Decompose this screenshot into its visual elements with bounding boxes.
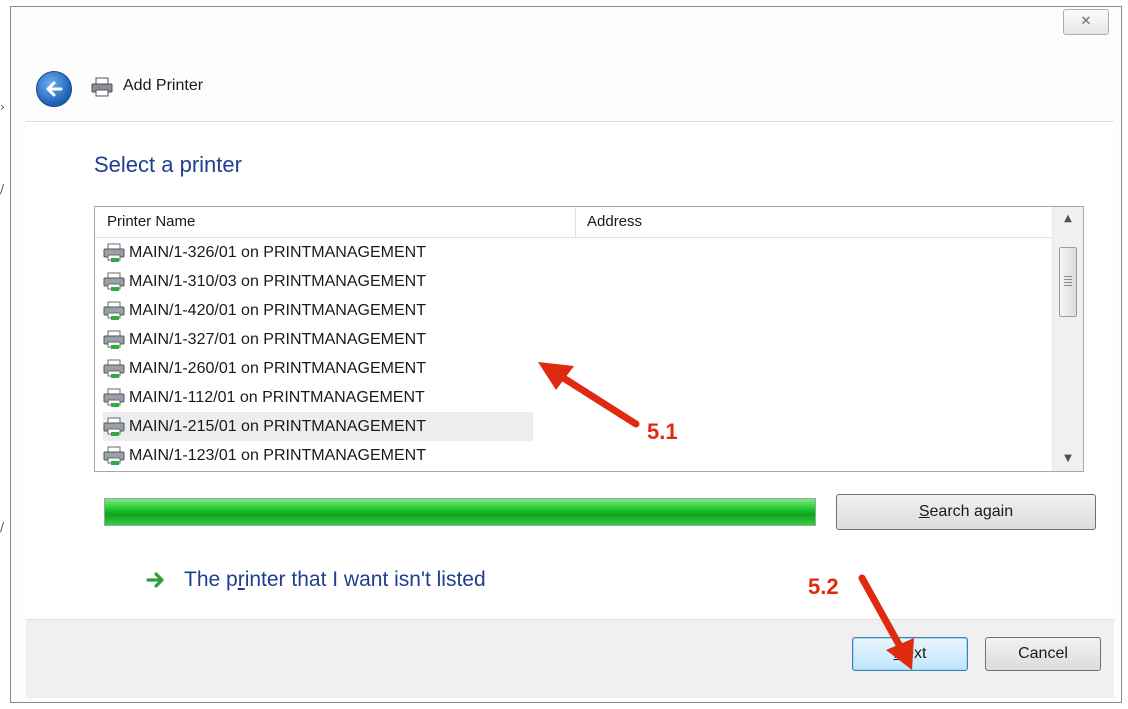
grip-icon	[1064, 276, 1072, 286]
printer-icon	[91, 77, 113, 97]
search-again-label-post: earch again	[929, 503, 1014, 520]
page-heading: Select a printer	[94, 152, 242, 177]
printer-row-label: MAIN/1-112/01 on PRINTMANAGEMENT	[129, 388, 425, 406]
printer-row-label: MAIN/1-420/01 on PRINTMANAGEMENT	[129, 301, 426, 319]
printer-row[interactable]: MAIN/1-112/01 on PRINTMANAGEMENT	[103, 383, 533, 412]
annotation-step-5-1: 5.1	[647, 419, 678, 444]
printer-icon	[103, 272, 125, 291]
back-arrow-icon	[46, 81, 63, 97]
printer-icon	[103, 359, 125, 378]
printer-row-label: MAIN/1-215/01 on PRINTMANAGEMENT	[129, 417, 426, 435]
printer-row[interactable]: MAIN/1-215/01 on PRINTMANAGEMENT	[103, 412, 533, 441]
printer-row[interactable]: MAIN/1-326/01 on PRINTMANAGEMENT	[103, 238, 533, 267]
link-label-post: inter that I want isn't listed	[244, 568, 486, 591]
search-progress-bar	[104, 498, 816, 526]
printer-icon	[103, 417, 125, 436]
printer-icon	[103, 446, 125, 465]
add-printer-dialog: ✕ Add Printer Select a printer Printer N…	[10, 6, 1122, 703]
window-title: Add Printer	[123, 77, 204, 94]
annotation-arrow-5-2	[858, 574, 914, 670]
link-accesskey: r	[237, 568, 245, 591]
edge-mark: /	[0, 182, 5, 196]
link-label-pre: The p	[184, 568, 238, 591]
scroll-down-icon[interactable]: ▼	[1053, 447, 1083, 471]
printer-not-listed-link[interactable]: The printer that I want isn't listed	[146, 568, 486, 592]
printer-row-label: MAIN/1-260/01 on PRINTMANAGEMENT	[129, 359, 426, 377]
printer-row[interactable]: MAIN/1-123/01 on PRINTMANAGEMENT	[103, 441, 533, 470]
close-icon: ✕	[1080, 14, 1092, 29]
vertical-scrollbar[interactable]: ▲ ▼	[1052, 207, 1083, 471]
printer-row[interactable]: MAIN/1-327/01 on PRINTMANAGEMENT	[103, 325, 533, 354]
annotation-step-5-2: 5.2	[808, 574, 839, 599]
printer-icon	[103, 243, 125, 262]
printer-icon	[103, 330, 125, 349]
printer-icon	[103, 388, 125, 407]
column-header-printer-name[interactable]: Printer Name	[95, 207, 576, 237]
progress-fill	[105, 499, 815, 525]
green-arrow-icon	[146, 572, 164, 588]
printer-row[interactable]: MAIN/1-260/01 on PRINTMANAGEMENT	[103, 354, 533, 383]
search-again-accesskey: S	[918, 503, 930, 520]
scrollbar-thumb[interactable]	[1059, 247, 1077, 317]
printer-not-listed-label: The printer that I want isn't listed	[184, 568, 486, 592]
printer-row[interactable]: MAIN/1-420/01 on PRINTMANAGEMENT	[103, 296, 533, 325]
annotation-arrow-5-1	[538, 362, 640, 428]
printer-row-label: MAIN/1-327/01 on PRINTMANAGEMENT	[129, 330, 426, 348]
edge-mark: /	[0, 520, 5, 534]
printer-row[interactable]: MAIN/1-310/03 on PRINTMANAGEMENT	[103, 267, 533, 296]
printer-row-label: MAIN/1-310/03 on PRINTMANAGEMENT	[129, 272, 426, 290]
printer-row-label: MAIN/1-123/01 on PRINTMANAGEMENT	[129, 446, 426, 464]
dialog-footer: Next Cancel	[26, 619, 1114, 698]
list-header: Printer Name Address	[95, 207, 1055, 238]
printer-rows: MAIN/1-326/01 on PRINTMANAGEMENT MAIN/1-3…	[103, 238, 1053, 470]
printer-row-label: MAIN/1-326/01 on PRINTMANAGEMENT	[129, 243, 426, 261]
printer-list[interactable]: Printer Name Address MAIN/1-326/01 on PR…	[94, 206, 1084, 472]
close-button[interactable]: ✕	[1063, 9, 1109, 35]
column-header-address[interactable]: Address	[577, 207, 642, 237]
printer-icon	[103, 301, 125, 320]
back-button[interactable]	[36, 71, 72, 107]
search-again-button[interactable]: Search again	[836, 494, 1096, 530]
scroll-up-icon[interactable]: ▲	[1053, 207, 1083, 231]
cancel-button[interactable]: Cancel	[985, 637, 1101, 671]
edge-mark: ›	[0, 100, 5, 114]
